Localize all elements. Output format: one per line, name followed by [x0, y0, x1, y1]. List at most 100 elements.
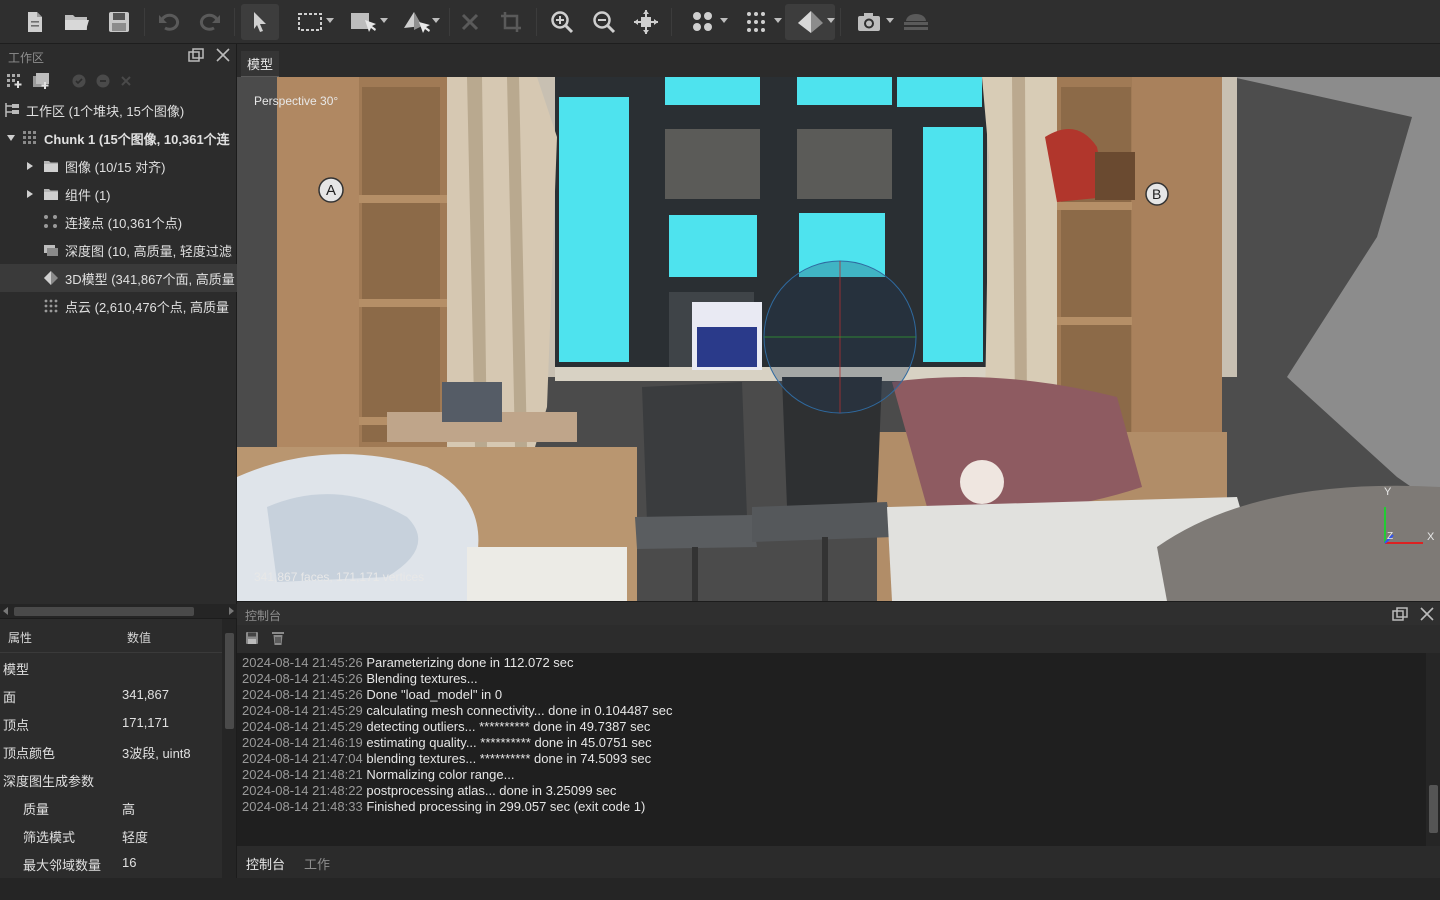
console-tabbar: 控制台 工作	[237, 846, 1440, 878]
model-3d-icon	[43, 270, 59, 286]
crop-icon[interactable]	[497, 4, 525, 40]
tree-item-label: Chunk 1 (15个图像, 10,361个连	[44, 131, 230, 147]
log-line: 2024-08-14 21:48:22 postprocessing atlas…	[242, 783, 616, 798]
console-panel-title: 控制台	[245, 609, 282, 623]
save-log-icon[interactable]	[245, 631, 259, 648]
zoom-in-icon[interactable]	[547, 4, 577, 40]
float-panel-icon[interactable]	[188, 48, 204, 65]
axis-z-label: Z	[1387, 531, 1394, 542]
model-viewport[interactable]: Perspective 30° 341,867 faces, 171,171 v…	[237, 77, 1440, 601]
log-timestamp: 2024-08-14 21:45:26	[242, 671, 363, 686]
axis-y-label: Y	[1384, 486, 1392, 498]
tab-model[interactable]: 模型	[241, 51, 280, 78]
delete-icon[interactable]	[456, 4, 484, 40]
property-key: 顶点颜色	[3, 746, 56, 761]
tree-item-tie-points[interactable]: 连接点 (10,361个点)	[0, 208, 237, 236]
property-value: 171,171	[122, 715, 169, 730]
model-view-tabbar: 模型	[237, 44, 1440, 78]
save-icon[interactable]	[105, 4, 133, 40]
rect-select-icon[interactable]	[286, 4, 334, 40]
log-message: Done "load_model" in 0	[366, 687, 503, 702]
log-timestamp: 2024-08-14 21:48:22	[242, 783, 363, 798]
log-line: 2024-08-14 21:45:26 Blending textures...	[242, 671, 478, 686]
add-chunk-icon[interactable]	[6, 73, 22, 92]
dots-grid-icon[interactable]	[734, 4, 782, 40]
console-vertical-scrollbar[interactable]	[1426, 653, 1440, 846]
add-photos-icon[interactable]	[32, 72, 50, 92]
status-bar	[0, 878, 1440, 900]
log-line: 2024-08-14 21:45:29 calculating mesh con…	[242, 703, 673, 718]
close-panel-icon[interactable]	[1420, 607, 1434, 624]
tree-item-workspace[interactable]: 工作区 (1个堆块, 15个图像)	[0, 96, 237, 124]
tree-item-label: 点云 (2,610,476个点, 高质量	[65, 299, 229, 315]
expand-arrow-icon[interactable]	[7, 135, 15, 141]
log-timestamp: 2024-08-14 21:45:29	[242, 703, 363, 718]
points-icon[interactable]	[680, 4, 728, 40]
new-document-icon[interactable]	[22, 4, 48, 40]
tree-item-images[interactable]: 图像 (10/15 对齐)	[0, 152, 237, 180]
open-folder-icon[interactable]	[62, 4, 92, 40]
console-log[interactable]: 2024-08-14 21:45:26 Parameterizing done …	[237, 653, 1440, 846]
marker-a-label: A	[326, 182, 337, 199]
float-panel-icon[interactable]	[1392, 607, 1408, 624]
property-row: 筛选模式 轻度	[0, 821, 222, 849]
workspace-panel-title: 工作区	[8, 51, 45, 65]
property-key: 最大邻域数量	[23, 858, 102, 873]
property-value: 341,867	[122, 687, 169, 702]
property-key: 深度图生成参数	[3, 774, 95, 789]
folder-icon	[43, 158, 59, 174]
close-panel-icon[interactable]	[216, 48, 230, 65]
tree-item-label: 连接点 (10,361个点)	[65, 215, 183, 231]
disable-icon[interactable]	[96, 74, 110, 91]
log-timestamp: 2024-08-14 21:45:29	[242, 719, 363, 734]
property-column-header[interactable]: 属性	[8, 629, 32, 646]
tab-console[interactable]: 控制台	[246, 854, 285, 873]
model-icon[interactable]	[785, 4, 835, 40]
log-message: detecting outliers... ********** done in…	[366, 719, 651, 734]
property-value: 高	[122, 802, 136, 817]
zoom-out-icon[interactable]	[589, 4, 619, 40]
workspace-horizontal-scrollbar[interactable]	[0, 604, 237, 618]
pointer-icon[interactable]	[241, 4, 279, 40]
main-toolbar	[0, 0, 1440, 44]
region-select-icon[interactable]	[340, 4, 388, 40]
property-key: 模型	[3, 662, 30, 677]
camera-icon[interactable]	[846, 4, 894, 40]
chunk-icon	[22, 130, 38, 146]
move-icon[interactable]	[631, 4, 661, 40]
property-key: 筛选模式	[23, 830, 76, 845]
layers-icon[interactable]	[900, 4, 932, 40]
tree-item-depth-maps[interactable]: 深度图 (10, 高质量, 轻度过滤	[0, 236, 237, 264]
redo-icon[interactable]	[196, 4, 224, 40]
expand-arrow-icon[interactable]	[27, 190, 33, 198]
log-message: blending textures... ********** done in …	[366, 751, 652, 766]
log-line: 2024-08-14 21:46:19 estimating quality..…	[242, 735, 652, 750]
properties-vertical-scrollbar[interactable]	[222, 619, 236, 879]
log-timestamp: 2024-08-14 21:46:19	[242, 735, 363, 750]
rotate-object-icon[interactable]	[392, 4, 440, 40]
axis-x-label: X	[1427, 531, 1435, 543]
log-message: Finished processing in 299.057 sec (exit…	[366, 799, 646, 814]
tree-item-components[interactable]: 组件 (1)	[0, 180, 237, 208]
tree-item-chunk[interactable]: Chunk 1 (15个图像, 10,361个连	[0, 124, 237, 152]
property-row: 最大邻域数量 16	[0, 849, 222, 877]
properties-panel: 属性 数值 模型 面 341,867 顶点 171,171 顶点颜色 3波段, uin…	[0, 618, 237, 879]
tree-item-point-cloud[interactable]: 点云 (2,610,476个点, 高质量	[0, 292, 237, 320]
log-line: 2024-08-14 21:45:26 Parameterizing done …	[242, 655, 574, 670]
log-timestamp: 2024-08-14 21:48:21	[242, 767, 363, 782]
enable-icon[interactable]	[72, 74, 86, 91]
value-column-header[interactable]: 数值	[127, 629, 151, 646]
log-line: 2024-08-14 21:48:21 Normalizing color ra…	[242, 767, 514, 782]
point-cloud-icon	[43, 298, 59, 314]
tie-points-icon	[43, 214, 59, 230]
property-key: 面	[3, 690, 17, 705]
tree-item-label: 工作区 (1个堆块, 15个图像)	[26, 103, 185, 119]
tab-jobs[interactable]: 工作	[304, 854, 330, 873]
expand-arrow-icon[interactable]	[27, 162, 33, 170]
tree-item-3d-model[interactable]: 3D模型 (341,867个面, 高质量	[0, 264, 237, 292]
undo-icon[interactable]	[155, 4, 183, 40]
property-row: 质量 高	[0, 793, 222, 821]
clear-log-icon[interactable]	[271, 631, 285, 649]
marker-b-label: B	[1152, 186, 1162, 202]
remove-item-icon[interactable]	[120, 75, 132, 90]
